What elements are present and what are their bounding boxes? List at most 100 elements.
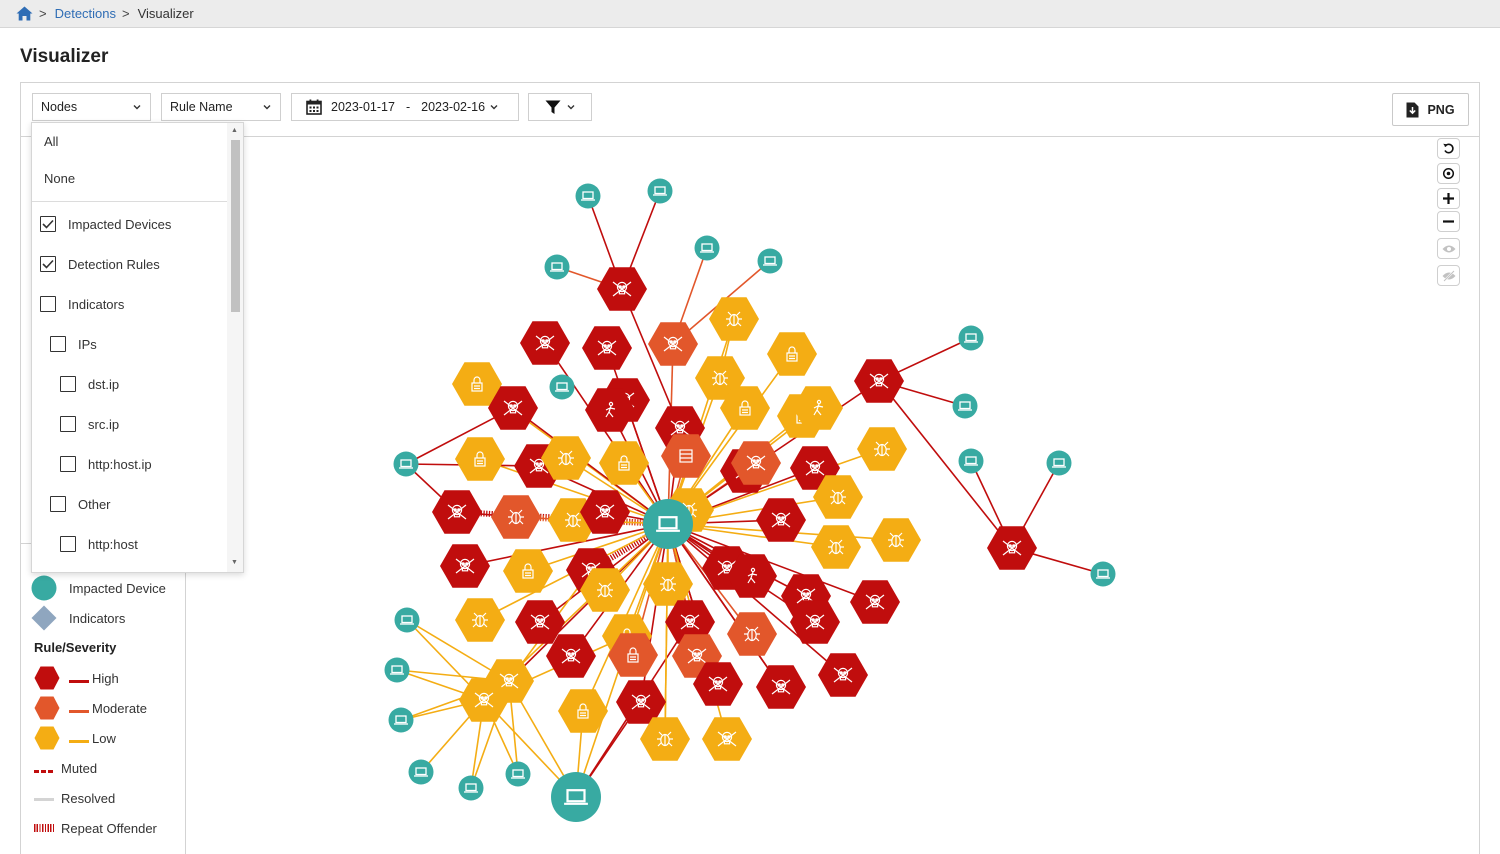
chevron-down-icon — [262, 101, 272, 115]
checkbox-checked-icon[interactable] — [40, 216, 56, 232]
legend-label: Moderate — [92, 700, 147, 716]
impacted-device-node[interactable] — [544, 254, 570, 280]
home-icon[interactable] — [16, 6, 33, 21]
filter-icon — [545, 100, 561, 115]
menu-option[interactable]: dst.ip — [32, 373, 227, 395]
legend-label: Repeat Offender — [61, 820, 157, 836]
rule-node[interactable] — [756, 498, 806, 542]
rule-node[interactable] — [857, 427, 907, 471]
filter-button[interactable] — [528, 93, 592, 121]
rule-node[interactable] — [440, 544, 490, 588]
legend-label: High — [92, 670, 119, 686]
rule-node[interactable] — [455, 437, 505, 481]
zoom-in-button[interactable] — [1437, 188, 1460, 209]
menu-option-label: Indicators — [68, 296, 125, 312]
impacted-device-node[interactable] — [643, 499, 693, 549]
impacted-device-node[interactable] — [458, 775, 484, 801]
rule-node[interactable] — [640, 717, 690, 761]
menu-option[interactable]: src.ip — [32, 413, 227, 435]
impacted-device-node[interactable] — [408, 759, 434, 785]
checkbox-icon[interactable] — [50, 336, 66, 352]
checkbox-icon[interactable] — [50, 496, 66, 512]
impacted-device-node[interactable] — [551, 772, 601, 822]
menu-option[interactable]: http:host — [32, 533, 227, 555]
download-file-icon — [1406, 102, 1419, 118]
rule-node[interactable] — [871, 518, 921, 562]
checkbox-checked-icon[interactable] — [40, 256, 56, 272]
checkbox-icon[interactable] — [60, 376, 76, 392]
page-title: Visualizer — [20, 46, 109, 67]
impacted-device-node[interactable] — [958, 448, 984, 474]
date-from: 2023-01-17 — [331, 100, 395, 114]
legend-resolved: Resolved — [20, 786, 186, 810]
checkbox-icon[interactable] — [40, 296, 56, 312]
chevron-down-icon — [132, 101, 142, 115]
impacted-device-node[interactable] — [388, 707, 414, 733]
rule-node[interactable] — [597, 267, 647, 311]
impacted-device-node[interactable] — [958, 325, 984, 351]
breadcrumb-detections-link[interactable]: Detections — [55, 6, 116, 21]
rule-node[interactable] — [520, 321, 570, 365]
checkbox-icon[interactable] — [60, 536, 76, 552]
rule-node[interactable] — [491, 495, 541, 539]
rule-node[interactable] — [432, 490, 482, 534]
impacted-device-node[interactable] — [1090, 561, 1116, 587]
impacted-device-node[interactable] — [952, 393, 978, 419]
impacted-device-node[interactable] — [1046, 450, 1072, 476]
menu-option[interactable]: Indicators — [32, 293, 227, 315]
menu-option[interactable]: Detection Rules — [32, 253, 227, 275]
scroll-thumb[interactable] — [231, 140, 240, 312]
rule-node[interactable] — [616, 680, 666, 724]
menu-option[interactable]: Other — [32, 493, 227, 515]
scroll-down-icon[interactable]: ▼ — [231, 559, 238, 566]
legend-label: Indicators — [69, 610, 126, 626]
legend-impacted-device: Impacted Device — [20, 575, 186, 601]
impacted-device-node[interactable] — [384, 657, 410, 683]
rule-node[interactable] — [709, 297, 759, 341]
hide-button[interactable] — [1437, 265, 1460, 286]
checkbox-icon[interactable] — [60, 416, 76, 432]
impacted-device-node[interactable] — [393, 451, 419, 477]
rule-node[interactable] — [987, 526, 1037, 570]
checkbox-icon[interactable] — [60, 456, 76, 472]
rule-node[interactable] — [756, 665, 806, 709]
menu-option[interactable]: Impacted Devices — [32, 213, 227, 235]
export-png-button[interactable]: PNG — [1392, 93, 1469, 126]
rule-node[interactable] — [850, 580, 900, 624]
menu-option[interactable]: http:host.ip — [32, 453, 227, 475]
rule-name-dropdown[interactable]: Rule Name — [161, 93, 281, 121]
menu-option[interactable]: IPs — [32, 333, 227, 355]
detection-graph[interactable] — [187, 137, 1432, 854]
legend: Impacted Device Indicators Rule/Severity… — [20, 543, 186, 854]
impacted-device-node[interactable] — [647, 178, 673, 204]
nodes-dropdown[interactable]: Nodes — [32, 93, 151, 121]
reset-button[interactable] — [1437, 138, 1460, 159]
moderate-line-icon — [69, 709, 89, 713]
calendar-icon — [306, 99, 322, 115]
menu-item-none[interactable]: None — [32, 168, 227, 188]
legend-muted: Muted — [20, 756, 186, 780]
chevron-down-icon — [489, 102, 499, 112]
impacted-device-node[interactable] — [394, 607, 420, 633]
nodes-dropdown-label: Nodes — [41, 100, 78, 114]
menu-scrollbar[interactable]: ▲ ▼ — [227, 123, 243, 572]
breadcrumb-current: Visualizer — [137, 6, 194, 21]
high-hexagon-icon — [34, 666, 60, 690]
date-range-picker[interactable]: 2023-01-17 - 2023-02-16 — [291, 93, 519, 121]
impacted-device-node[interactable] — [575, 183, 601, 209]
rule-node[interactable] — [811, 525, 861, 569]
impacted-device-node[interactable] — [757, 248, 783, 274]
scroll-up-icon[interactable]: ▲ — [231, 127, 238, 134]
menu-item-all[interactable]: All — [32, 131, 227, 151]
rule-node[interactable] — [455, 598, 505, 642]
center-button[interactable] — [1437, 163, 1460, 184]
show-button[interactable] — [1437, 238, 1460, 259]
rule-node[interactable] — [767, 332, 817, 376]
impacted-device-node[interactable] — [505, 761, 531, 787]
impacted-device-node[interactable] — [694, 235, 720, 261]
rule-node[interactable] — [702, 717, 752, 761]
rule-node[interactable] — [582, 326, 632, 370]
zoom-out-button[interactable] — [1437, 211, 1460, 232]
impacted-device-node[interactable] — [549, 374, 575, 400]
rule-node[interactable] — [854, 359, 904, 403]
